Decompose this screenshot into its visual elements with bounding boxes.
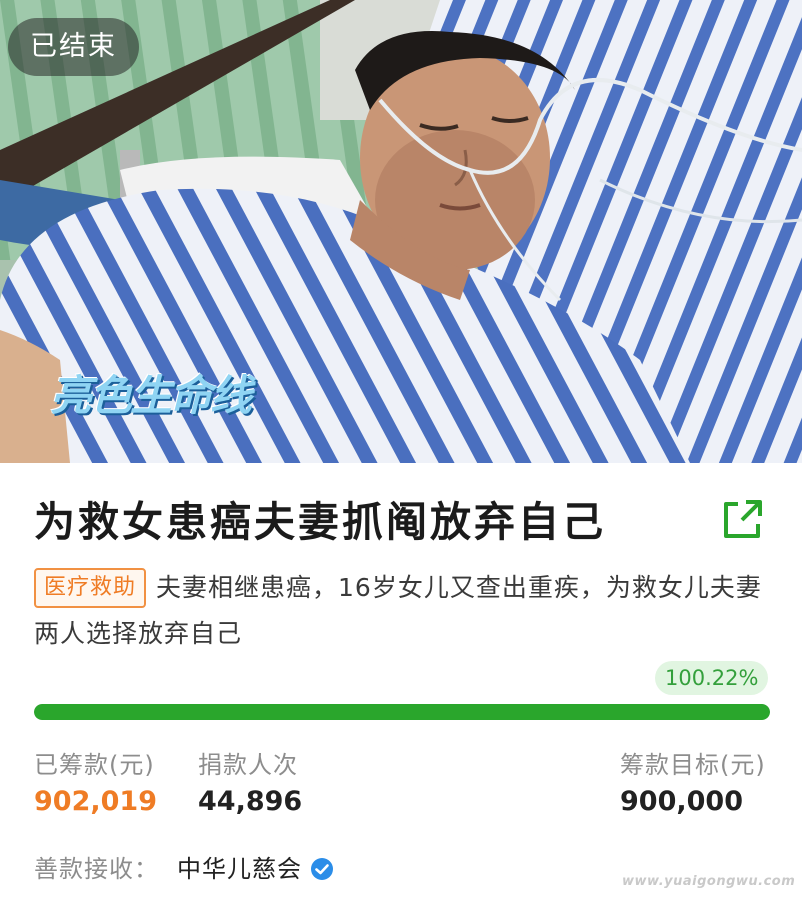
verified-icon bbox=[311, 858, 333, 880]
raised-amount-value: 902,019 bbox=[34, 786, 157, 817]
campaign-photo: 已结束 亮色生命线 bbox=[0, 0, 802, 463]
site-watermark: www.yuaigongwu.com bbox=[622, 874, 796, 889]
progress-percentage-badge: 100.22% bbox=[655, 661, 769, 695]
donor-count-label: 捐款人次 bbox=[198, 751, 298, 779]
watermark-logo: 亮色生命线 bbox=[50, 371, 252, 420]
campaign-title: 为救女患癌夫妻抓阄放弃自己 bbox=[34, 498, 606, 546]
goal-amount-label: 筹款目标(元) bbox=[620, 751, 766, 779]
progress-bar-fill bbox=[34, 704, 770, 720]
donor-count-value: 44,896 bbox=[198, 786, 303, 817]
category-tag: 医疗救助 bbox=[34, 568, 147, 608]
goal-amount-value: 900,000 bbox=[620, 786, 743, 817]
raised-amount-label: 已筹款(元) bbox=[34, 751, 155, 779]
recipient-name[interactable]: 中华儿慈会 bbox=[177, 855, 302, 883]
share-icon[interactable] bbox=[718, 496, 766, 544]
recipient-row: 善款接收： 中华儿慈会 bbox=[34, 849, 334, 884]
recipient-label: 善款接收： bbox=[34, 855, 159, 883]
campaign-description-block: 医疗救助 夫妻相继患癌，16岁女儿又查出重疾，为救女儿夫妻两人选择放弃自己 bbox=[34, 565, 774, 657]
progress-bar bbox=[34, 704, 770, 720]
status-badge: 已结束 bbox=[8, 18, 139, 76]
